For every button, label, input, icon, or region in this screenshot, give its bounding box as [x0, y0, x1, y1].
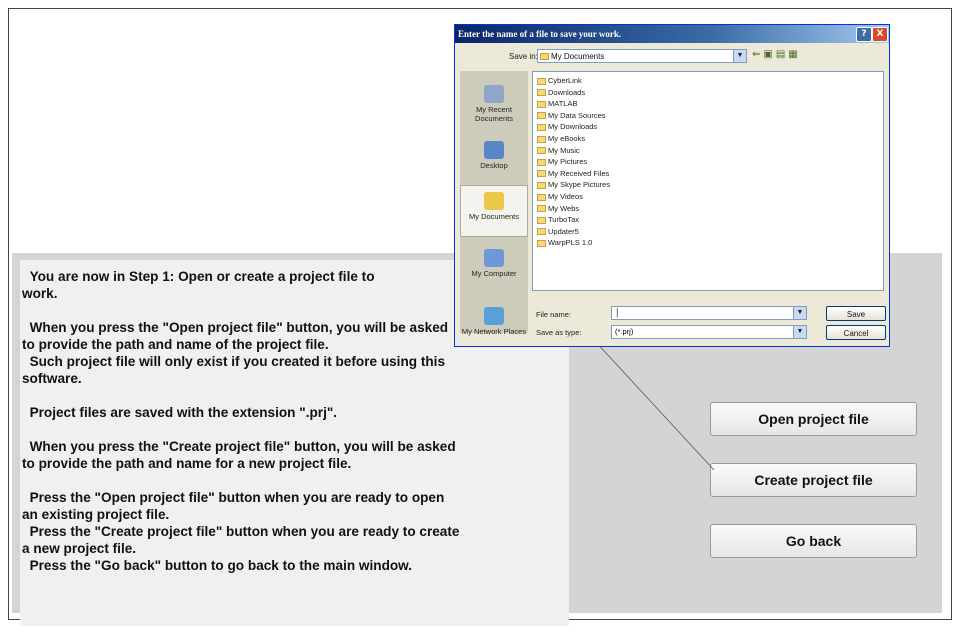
folder-icon	[537, 158, 546, 166]
folder-name: CyberLink	[548, 76, 582, 85]
folder-icon	[537, 239, 546, 247]
folder-name: My Pictures	[548, 157, 588, 167]
folder-icon	[537, 112, 546, 120]
chevron-down-icon[interactable]: ▼	[793, 307, 806, 319]
folder-name: TurboTax	[548, 215, 579, 225]
folder-icon	[537, 123, 546, 131]
list-item[interactable]: MATLAB	[537, 99, 577, 109]
folder-name: My Videos	[548, 192, 583, 201]
folder-icon	[537, 193, 546, 201]
place-1[interactable]: My Recent Documents	[460, 85, 528, 123]
folder-icon	[537, 135, 546, 143]
folder-name: My Music	[548, 145, 580, 155]
list-item[interactable]: My Pictures	[537, 157, 587, 167]
list-item[interactable]: My Music	[537, 146, 580, 156]
save-file-dialog: Enter the name of a file to save your wo…	[454, 24, 890, 347]
place-2[interactable]: Desktop	[460, 141, 528, 170]
place-3[interactable]: My Documents	[460, 185, 528, 237]
place-label: My Documents	[468, 212, 519, 221]
folder-name: My Received Files	[548, 168, 610, 178]
file-name-input[interactable]: │ ▼	[611, 306, 807, 320]
save-button[interactable]: Save	[826, 306, 886, 321]
folder-icon	[537, 228, 546, 236]
place-4[interactable]: My Computer	[460, 249, 528, 278]
folder-icon	[537, 205, 546, 213]
list-item[interactable]: TurboTax	[537, 215, 579, 225]
list-item[interactable]: WarpPLS 1.0	[537, 238, 592, 248]
save-as-type-value: (*.prj)	[615, 327, 634, 336]
cancel-button[interactable]: Cancel	[826, 325, 886, 340]
dialog-titlebar: Enter the name of a file to save your wo…	[455, 25, 889, 43]
network-places-icon	[484, 307, 504, 325]
list-item[interactable]: My Downloads	[537, 122, 597, 132]
folder-name: My eBooks	[548, 134, 586, 143]
save-in-label: Save in:	[509, 52, 538, 61]
places-bar: My Recent Documents Desktop My Documents My…	[460, 71, 528, 336]
file-list[interactable]: CyberLink Downloads MATLAB My Data Sources M…	[532, 71, 884, 291]
up-folder-icon[interactable]: ▣	[763, 49, 775, 60]
place-label: My Recent Documents	[475, 105, 513, 123]
dialog-toolbar: ⇐▣▤▦	[752, 49, 801, 60]
list-item[interactable]: My Webs	[537, 204, 579, 214]
folder-name: Updater5	[548, 226, 579, 236]
list-item[interactable]: CyberLink	[537, 76, 582, 86]
save-as-type-dropdown[interactable]: (*.prj) ▼	[611, 325, 807, 339]
list-item[interactable]: My Data Sources	[537, 111, 606, 121]
save-in-dropdown[interactable]: My Documents ▼	[537, 49, 747, 63]
dialog-title: Enter the name of a file to save your wo…	[458, 29, 622, 39]
chevron-down-icon[interactable]: ▼	[793, 326, 806, 338]
close-icon[interactable]: X	[872, 27, 888, 42]
folder-icon	[537, 147, 546, 155]
folder-name: My Downloads	[548, 122, 598, 132]
folder-name: MATLAB	[548, 99, 578, 109]
desktop-icon	[484, 141, 504, 159]
folder-name: My Webs	[548, 203, 580, 213]
save-in-value: My Documents	[551, 52, 605, 61]
new-folder-icon[interactable]: ▤	[776, 49, 788, 60]
recent-documents-icon	[484, 85, 504, 103]
place-label: My Computer	[471, 269, 517, 278]
folder-icon	[537, 170, 546, 178]
chevron-down-icon[interactable]: ▼	[733, 50, 746, 62]
list-item[interactable]: Downloads	[537, 88, 585, 98]
folder-name: My Data Sources	[548, 110, 606, 120]
my-documents-icon	[484, 192, 504, 210]
view-menu-icon[interactable]: ▦	[788, 49, 800, 60]
back-arrow-icon[interactable]: ⇐	[752, 49, 763, 60]
folder-name: My Skype Pictures	[548, 180, 611, 190]
folder-icon	[537, 216, 546, 224]
save-as-type-label: Save as type:	[536, 328, 582, 337]
list-item[interactable]: My Skype Pictures	[537, 180, 610, 190]
folder-icon	[537, 181, 546, 189]
place-5[interactable]: My Network Places	[460, 307, 528, 336]
folder-name: Downloads	[548, 87, 586, 97]
help-icon[interactable]: ?	[856, 27, 872, 42]
list-item[interactable]: My Received Files	[537, 169, 609, 179]
folder-icon	[537, 89, 546, 97]
folder-icon	[540, 53, 549, 61]
place-label: My Network Places	[461, 327, 527, 336]
place-label: Desktop	[480, 161, 508, 170]
folder-name: WarpPLS 1.0	[548, 238, 593, 248]
my-computer-icon	[484, 249, 504, 267]
list-item[interactable]: Updater5	[537, 227, 579, 237]
file-name-label: File name:	[536, 310, 572, 319]
folder-icon	[537, 100, 546, 108]
list-item[interactable]: My Videos	[537, 192, 583, 202]
folder-icon	[537, 77, 546, 85]
list-item[interactable]: My eBooks	[537, 134, 585, 144]
